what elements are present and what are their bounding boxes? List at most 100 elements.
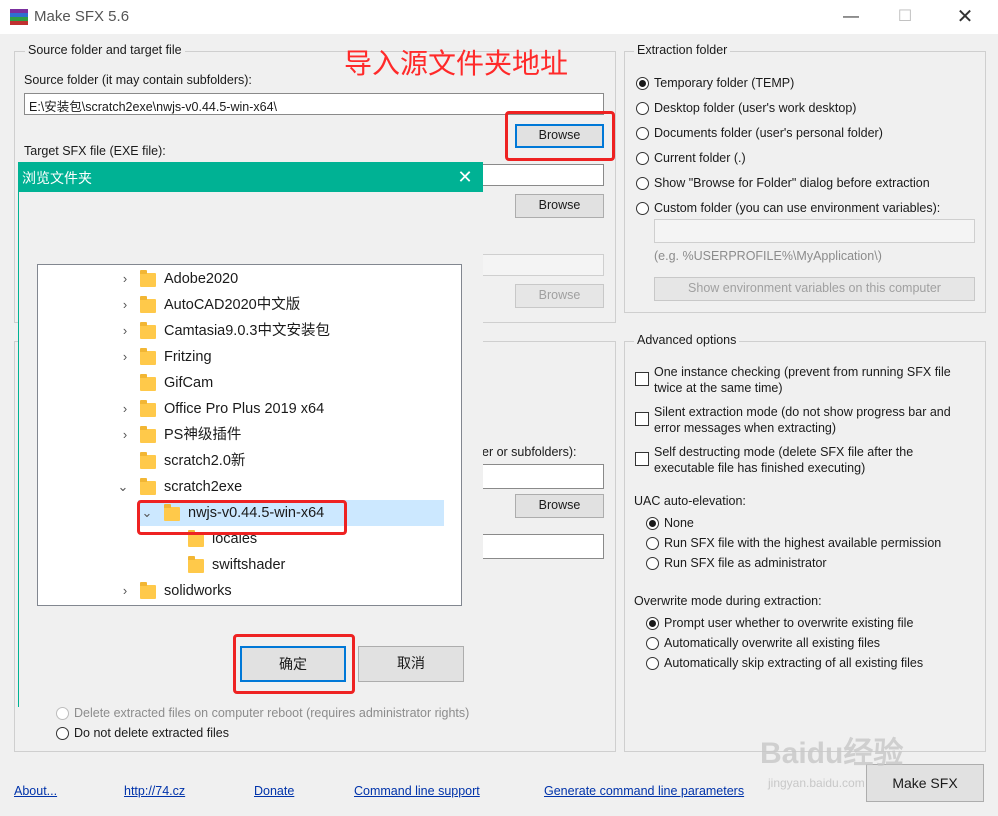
silent-mode-checkbox[interactable] <box>635 412 649 426</box>
documents-folder-radio[interactable] <box>636 127 649 140</box>
chevron-right-icon[interactable]: › <box>118 266 132 292</box>
partial-label: er or subfolders): <box>482 445 577 459</box>
command-line-support-link[interactable]: Command line support <box>354 784 480 798</box>
tree-item[interactable]: GifCam <box>38 370 444 396</box>
advanced-group-label: Advanced options <box>634 333 740 347</box>
folder-icon <box>140 270 156 287</box>
silent-mode-line2: error messages when extracting) <box>654 421 837 435</box>
target-sfx-input[interactable] <box>480 164 604 186</box>
tree-item[interactable]: › Adobe2020 <box>38 266 444 292</box>
desktop-folder-radio[interactable] <box>636 102 649 115</box>
extraction-group-label: Extraction folder <box>634 43 731 57</box>
tree-item[interactable]: › AutoCAD2020中文版 <box>38 292 444 318</box>
dialog-close-icon[interactable]: ✕ <box>450 164 480 190</box>
baidu-watermark-logo: Baidu经验 <box>760 737 904 770</box>
uac-label: UAC auto-elevation: <box>634 494 746 508</box>
about-link[interactable]: About... <box>14 784 57 798</box>
icon-file-input <box>480 254 604 276</box>
tree-item[interactable]: ⌄ scratch2exe <box>38 474 444 500</box>
tree-item-label: scratch2.0新 <box>164 453 246 469</box>
folder-icon <box>140 400 156 417</box>
tree-item[interactable]: › Fritzing <box>38 344 444 370</box>
chevron-right-icon[interactable]: › <box>118 422 132 448</box>
uac-highest-radio[interactable] <box>646 537 659 550</box>
folder-icon <box>140 322 156 339</box>
chevron-down-icon[interactable]: ⌄ <box>116 474 130 500</box>
chevron-right-icon[interactable]: › <box>118 344 132 370</box>
current-folder-label: Current folder (.) <box>654 151 746 165</box>
folder-icon <box>188 530 204 547</box>
run-browse-button[interactable]: Browse <box>515 494 604 518</box>
overwrite-prompt-radio[interactable] <box>646 617 659 630</box>
self-destruct-label: Self destructing mode (delete SFX file a… <box>654 444 913 476</box>
target-browse-button[interactable]: Browse <box>515 194 604 218</box>
folder-icon <box>140 426 156 443</box>
custom-folder-hint: (e.g. %USERPROFILE%\MyApplication\) <box>654 249 882 263</box>
highlight-browse-box <box>505 111 615 161</box>
temp-folder-radio[interactable] <box>636 77 649 90</box>
tree-item[interactable]: › Camtasia9.0.3中文安装包 <box>38 318 444 344</box>
generate-parameters-link[interactable]: Generate command line parameters <box>544 784 744 798</box>
uac-admin-radio[interactable] <box>646 557 659 570</box>
overwrite-all-radio[interactable] <box>646 637 659 650</box>
highlight-ok-box <box>233 634 355 694</box>
uac-admin-label: Run SFX file as administrator <box>664 556 827 570</box>
uac-none-label: None <box>664 516 694 530</box>
tree-item-label: solidworks <box>164 583 232 599</box>
tree-item-label: PS神级插件 <box>164 427 242 443</box>
parameters-input[interactable] <box>480 534 604 559</box>
donate-link[interactable]: Donate <box>254 784 294 798</box>
folder-icon <box>140 348 156 365</box>
folder-icon <box>188 556 204 573</box>
winrar-app-icon <box>10 9 28 25</box>
folder-icon <box>140 374 156 391</box>
browse-dialog-radio[interactable] <box>636 177 649 190</box>
one-instance-line2: twice at the same time) <box>654 381 783 395</box>
source-group-label: Source folder and target file <box>25 43 185 57</box>
highlight-selected-folder-box <box>137 500 347 535</box>
chevron-right-icon[interactable]: › <box>118 292 132 318</box>
overwrite-label: Overwrite mode during extraction: <box>634 594 822 608</box>
tree-item[interactable]: › PS神级插件 <box>38 422 444 448</box>
current-folder-radio[interactable] <box>636 152 649 165</box>
chevron-right-icon[interactable]: › <box>118 396 132 422</box>
maximize-icon[interactable]: ☐ <box>882 0 928 34</box>
tree-item[interactable]: swiftshader <box>38 552 444 578</box>
chevron-right-icon[interactable]: › <box>118 318 132 344</box>
tree-item[interactable]: › Office Pro Plus 2019 x64 <box>38 396 444 422</box>
one-instance-line1: One instance checking (prevent from runn… <box>654 365 951 379</box>
custom-folder-radio[interactable] <box>636 202 649 215</box>
icon-browse-button: Browse <box>515 284 604 308</box>
dialog-title: 浏览文件夹 <box>22 170 92 186</box>
dialog-cancel-button[interactable]: 取消 <box>358 646 464 682</box>
folder-icon <box>140 296 156 313</box>
folder-icon <box>140 582 156 599</box>
custom-folder-label: Custom folder (you can use environment v… <box>654 201 941 215</box>
self-destruct-line1: Self destructing mode (delete SFX file a… <box>654 445 914 459</box>
self-destruct-line2: executable file has finished executing) <box>654 461 866 475</box>
tree-item-label: Camtasia9.0.3中文安装包 <box>164 323 330 339</box>
tree-item[interactable]: scratch2.0新 <box>38 448 444 474</box>
baidu-watermark-url: jingyan.baidu.com <box>768 776 865 790</box>
overwrite-skip-radio[interactable] <box>646 657 659 670</box>
tree-item-label: scratch2exe <box>164 479 243 495</box>
minimize-icon[interactable]: — <box>828 0 874 34</box>
self-destruct-checkbox[interactable] <box>635 452 649 466</box>
uac-none-radio[interactable] <box>646 517 659 530</box>
do-not-delete-radio[interactable] <box>56 727 69 740</box>
delete-on-reboot-radio <box>56 707 69 720</box>
run-file-input[interactable] <box>480 464 604 489</box>
overwrite-prompt-label: Prompt user whether to overwrite existin… <box>664 616 914 630</box>
close-icon[interactable]: ✕ <box>942 0 988 34</box>
silent-mode-label: Silent extraction mode (do not show prog… <box>654 404 951 436</box>
overwrite-skip-label: Automatically skip extracting of all exi… <box>664 656 924 670</box>
tree-item[interactable]: › solidworks <box>38 578 444 604</box>
overwrite-all-label: Automatically overwrite all existing fil… <box>664 636 881 650</box>
folder-icon <box>140 452 156 469</box>
one-instance-checkbox[interactable] <box>635 372 649 386</box>
website-link[interactable]: http://74.cz <box>124 784 185 798</box>
dialog-title-bar: 浏览文件夹 ✕ <box>18 162 483 192</box>
folder-tree[interactable]: › Adobe2020 › AutoCAD2020中文版 › Camtasia9… <box>37 264 462 606</box>
source-folder-label: Source folder (it may contain subfolders… <box>24 73 252 87</box>
chevron-right-icon[interactable]: › <box>118 578 132 604</box>
